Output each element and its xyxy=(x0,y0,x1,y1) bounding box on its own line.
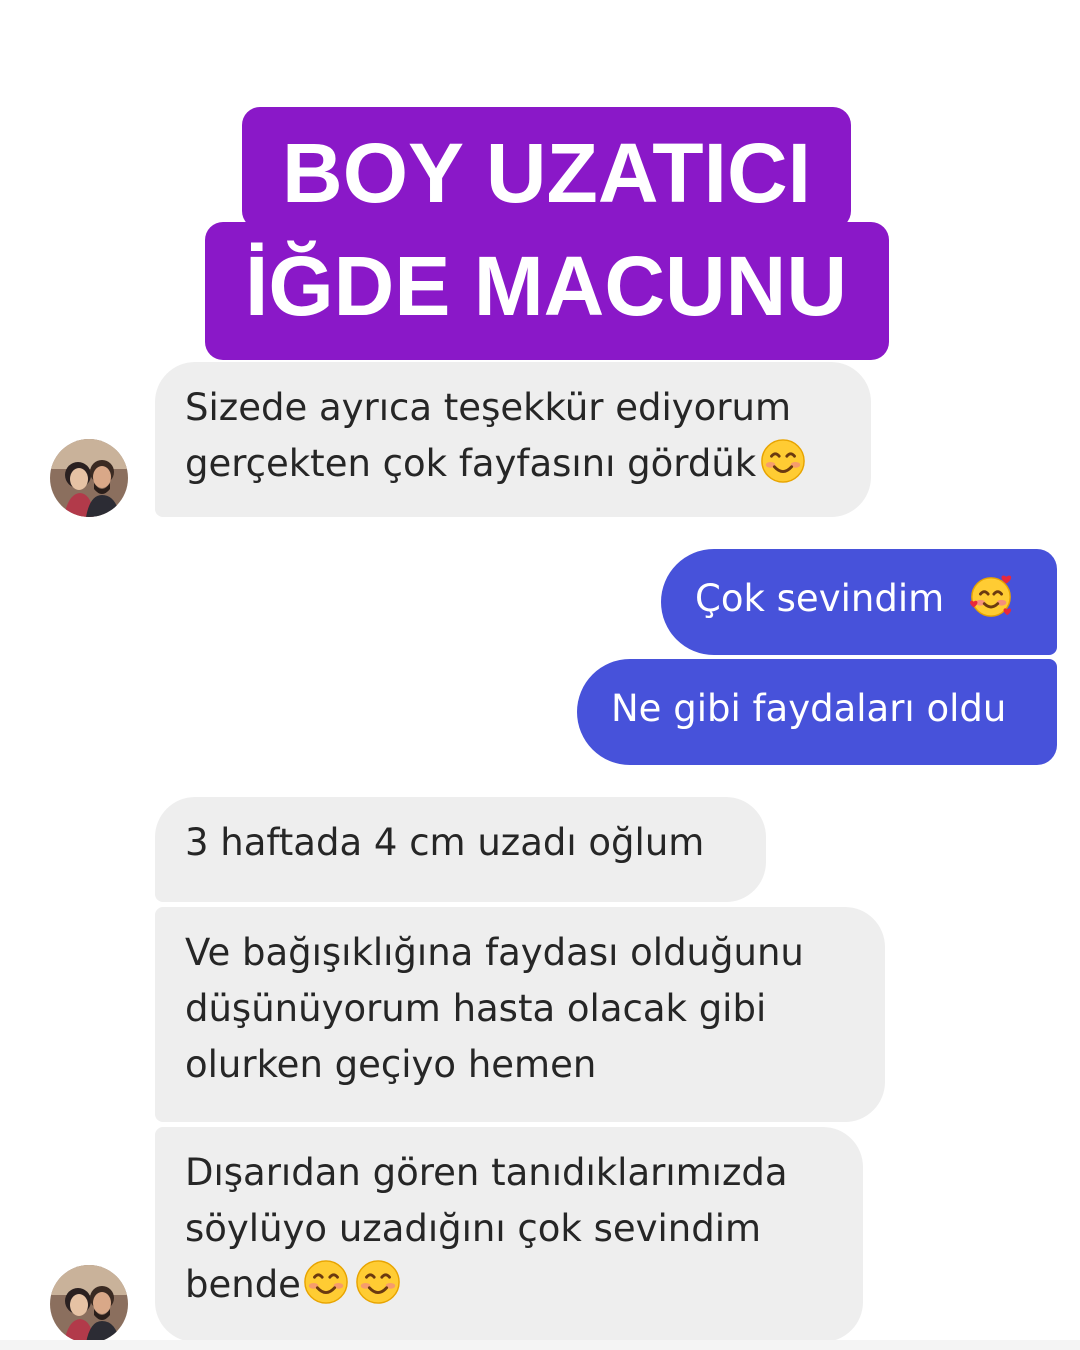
message-line: Ve bağışıklığına faydası olduğunu xyxy=(185,931,804,974)
headline-banner-line-1: BOY UZATICI xyxy=(0,107,1080,229)
message-line: Çok sevindim xyxy=(695,577,945,620)
message-line: olurken geçiyo hemen xyxy=(185,1043,597,1086)
incoming-message[interactable]: 3 haftada 4 cm uzadı oğlum xyxy=(155,797,766,902)
contact-photo-icon xyxy=(50,439,128,517)
message-line: gerçekten çok fayfasını gördük xyxy=(185,442,757,485)
outgoing-message[interactable]: Ne gibi faydaları oldu xyxy=(577,659,1057,765)
smiling-face-icon xyxy=(356,1260,400,1304)
smiling-face-with-hearts-icon xyxy=(969,575,1012,617)
smiling-face-icon xyxy=(761,439,806,483)
message-line: düşünüyorum hasta olacak gibi xyxy=(185,987,767,1030)
bottom-edge xyxy=(0,1340,1080,1350)
message-line: söylüyo uzadığını çok sevindim xyxy=(185,1207,762,1250)
incoming-message[interactable]: Ve bağışıklığına faydası olduğunu düşünü… xyxy=(155,907,885,1122)
contact-photo-icon xyxy=(50,1265,128,1343)
message-line: Ne gibi faydaları oldu xyxy=(611,687,1007,730)
smiling-face-icon xyxy=(304,1260,348,1304)
message-line: 3 haftada 4 cm uzadı oğlum xyxy=(185,821,705,864)
headline-text-line-1: BOY UZATICI xyxy=(242,107,851,229)
contact-avatar[interactable] xyxy=(50,1265,128,1343)
contact-avatar[interactable] xyxy=(50,439,128,517)
message-line: Dışarıdan gören tanıdıklarımızda xyxy=(185,1151,788,1194)
incoming-message[interactable]: Dışarıdan gören tanıdıklarımızda söylüyo… xyxy=(155,1127,863,1342)
outgoing-message[interactable]: Çok sevindim xyxy=(661,549,1057,655)
headline-text-line-2: İĞDE MACUNU xyxy=(205,222,889,360)
message-line: bende xyxy=(185,1263,301,1306)
headline-banner-line-2: İĞDE MACUNU xyxy=(0,222,1080,360)
message-line: Sizede ayrıca teşekkür ediyorum xyxy=(185,386,792,429)
incoming-message[interactable]: Sizede ayrıca teşekkür ediyorum gerçekte… xyxy=(155,362,871,517)
